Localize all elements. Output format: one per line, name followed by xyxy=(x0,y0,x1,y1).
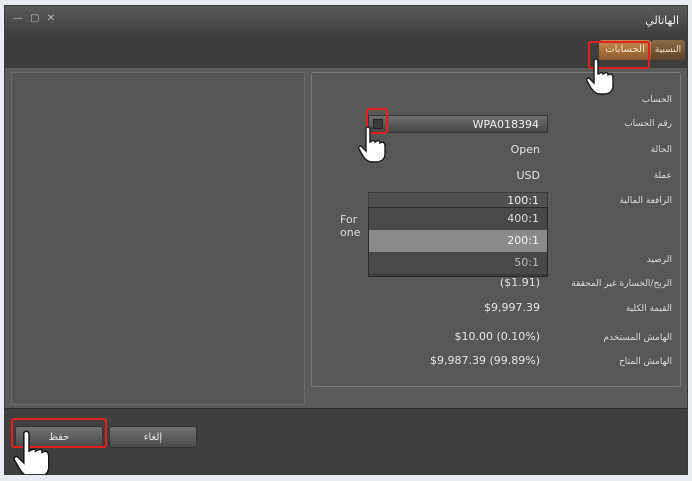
equity-label: القيمة الكلية xyxy=(625,304,672,314)
account-section-label: الحساب xyxy=(641,95,672,105)
used-margin-label: الهامش المستخدم xyxy=(603,333,672,343)
status-value: Open xyxy=(510,143,540,156)
screenshot-frame: — ▢ ✕ الهاتالي الحسابات النسبية الحساب ر… xyxy=(0,0,692,481)
currency-value: USD xyxy=(516,169,540,182)
leverage-value: 100:1 xyxy=(507,194,539,207)
account-number-select[interactable]: WPA018394 xyxy=(368,115,548,133)
leverage-tooltip: For one xyxy=(340,213,361,239)
window-title: الهاتالي xyxy=(645,14,679,27)
leverage-option[interactable]: 400:1 xyxy=(369,208,547,230)
unrealized-pl-label: الربح/الخسارة غير المحققة xyxy=(571,279,672,289)
leverage-label: الرافعة المالية xyxy=(619,196,672,206)
balance-label: الرصيد xyxy=(646,255,672,265)
account-number-value: WPA018394 xyxy=(472,118,539,131)
window-controls[interactable]: — ▢ ✕ xyxy=(13,13,57,24)
dialog-footer: حفظ إلغاء xyxy=(5,408,687,474)
leverage-select[interactable]: 100:1 xyxy=(368,192,548,208)
leverage-dropdown-list[interactable]: 400:1 200:1 50:1 xyxy=(368,207,548,277)
dialog-window: — ▢ ✕ الهاتالي الحسابات النسبية الحساب ر… xyxy=(4,5,688,475)
leverage-option-selected[interactable]: 200:1 xyxy=(369,230,547,252)
hand-cursor-icon xyxy=(586,58,614,95)
free-margin-label: الهامش المتاح xyxy=(618,357,672,367)
account-number-label: رقم الحساب xyxy=(624,119,672,129)
left-panel xyxy=(11,72,305,405)
leverage-option[interactable]: 50:1 xyxy=(369,252,547,274)
cancel-button[interactable]: إلغاء xyxy=(109,426,197,448)
hand-cursor-icon xyxy=(358,126,386,163)
tab-other[interactable]: النسبية xyxy=(651,40,685,60)
status-label: الحالة xyxy=(650,145,672,155)
title-bar: — ▢ ✕ الهاتالي xyxy=(5,6,687,34)
unrealized-pl-value: ($1.91) xyxy=(499,276,540,289)
currency-label: عملة xyxy=(653,171,672,181)
used-margin-value: $10.00 (0.10%) xyxy=(454,330,540,343)
hand-cursor-icon xyxy=(13,430,50,474)
free-margin-value: $9,987.39 (99.89%) xyxy=(429,354,540,367)
equity-value: $9,997.39 xyxy=(484,301,540,314)
